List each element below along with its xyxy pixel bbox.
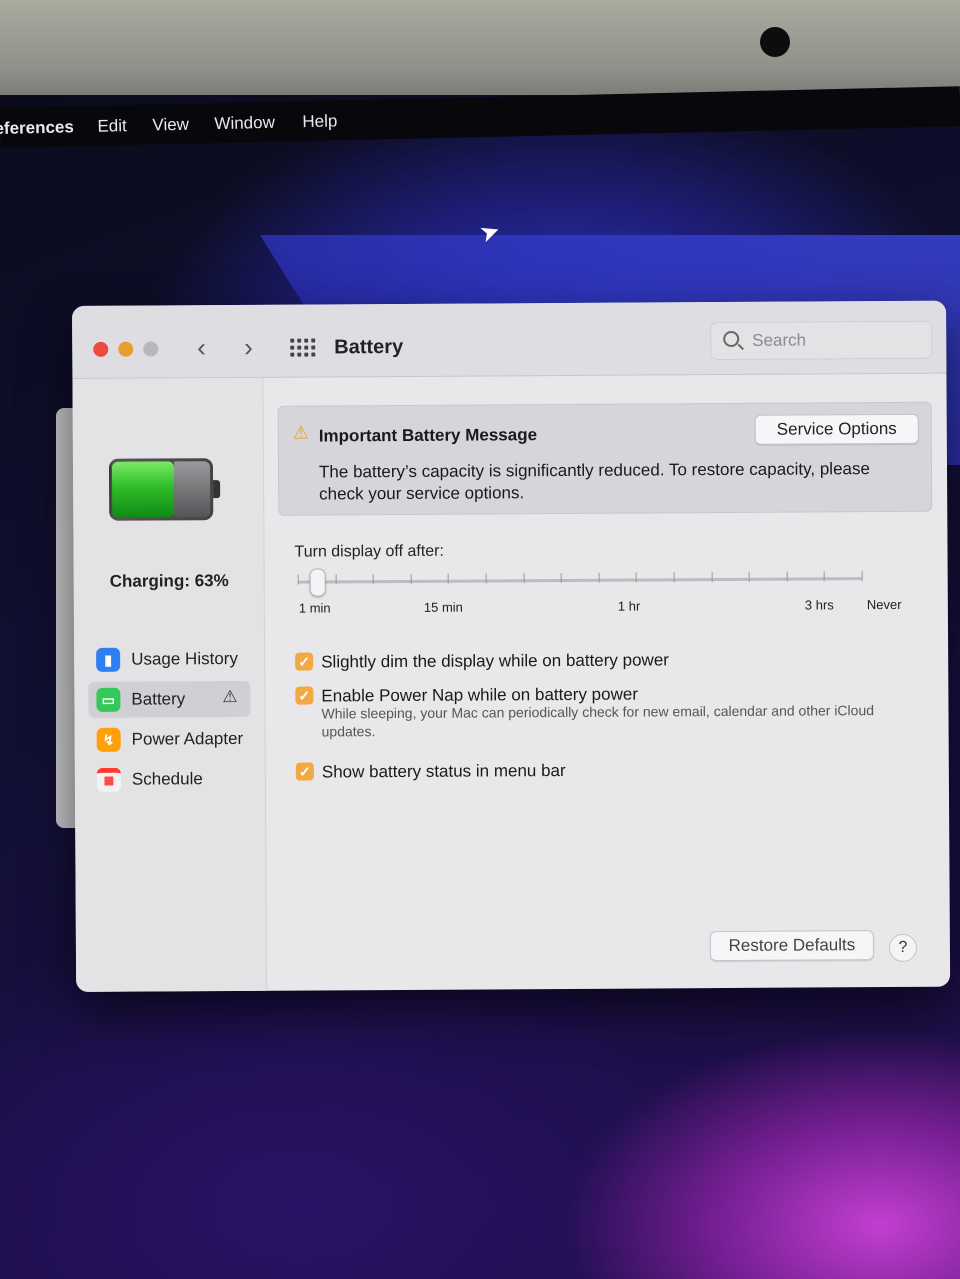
slider-tick [673,572,675,583]
window-title: Battery [334,335,404,359]
slider-tick [786,571,788,582]
camera-lens [760,27,790,57]
charging-status: Charging: 63% [109,571,229,591]
tick-label: 1 min [298,600,331,616]
window-titlebar: ‹ › Battery Search [72,300,947,379]
warning-icon: ⚠ [292,422,309,443]
battery-preferences-window: ‹ › Battery Search Charging: 63% ▮ Usage… [72,300,951,992]
menu-app-name[interactable]: eferences [0,117,74,139]
slider-tick [372,574,374,585]
tick-label: 3 hrs [804,597,834,613]
battery-empty [173,461,211,518]
restore-defaults-button[interactable]: Restore Defaults [709,930,875,962]
search-placeholder: Search [752,330,807,350]
checkmark-icon[interactable]: ✓ [295,762,314,781]
slider-tick [823,571,825,582]
power-adapter-icon: ↯ [96,727,121,752]
warning-icon: ⚠ [222,686,238,707]
menu-edit[interactable]: Edit [97,116,127,137]
slider-tick [748,571,750,582]
checkmark-icon[interactable]: ✓ [295,652,314,671]
show-all-grid-icon[interactable] [290,338,316,357]
slider-tick [635,572,637,583]
battery-message-box: ⚠ Important Battery Message Service Opti… [277,401,933,516]
tick-label: 1 hr [617,598,641,614]
sidebar-item-label: Power Adapter [131,728,244,749]
sidebar-item-battery[interactable]: ▭ Battery ⚠ [88,680,251,718]
search-icon [723,330,740,348]
slider-tick [335,574,337,585]
tick-label: Never [866,596,902,613]
service-options-button[interactable]: Service Options [754,413,919,445]
battery-fill [111,461,175,518]
slider-tick [523,573,525,584]
power-nap-note: While sleeping, your Mac can periodicall… [321,702,875,740]
slider-thumb[interactable] [309,568,326,597]
usage-history-icon: ▮ [96,647,121,672]
sidebar-item-label: Schedule [131,769,203,789]
message-title: Important Battery Message [318,425,538,446]
menu-help[interactable]: Help [302,111,337,132]
slider-tick [711,572,713,583]
search-field[interactable]: Search [710,320,933,361]
forward-chevron-icon[interactable]: › [244,332,253,363]
zoom-button[interactable] [143,341,159,357]
option-label: Show battery status in menu bar [321,760,566,782]
sidebar: Charging: 63% ▮ Usage History ▭ Battery … [72,377,268,992]
slider-tick [485,573,487,584]
close-button[interactable] [93,341,109,357]
slider-tick [560,573,562,584]
tick-label: 15 min [423,599,463,615]
slider-tick [598,572,600,583]
menu-view[interactable]: View [152,115,189,136]
slider-tick [861,571,863,582]
slider-tick [447,573,449,584]
sidebar-item-label: Battery [131,689,186,709]
help-button[interactable]: ? [888,933,918,963]
message-body: The battery’s capacity is significantly … [318,459,870,504]
sidebar-item-schedule[interactable]: ▦ Schedule [89,761,251,798]
battery-icon: ▭ [96,687,121,712]
minimize-button[interactable] [118,341,134,357]
menu-window[interactable]: Window [214,113,275,134]
sidebar-item-usage-history[interactable]: ▮ Usage History [88,641,250,678]
option-label: Slightly dim the display while on batter… [321,650,669,672]
sidebar-item-label: Usage History [131,648,238,669]
sidebar-item-power-adapter[interactable]: ↯ Power Adapter [89,721,251,758]
slider-tick [297,574,299,585]
battery-pane: ⚠ Important Battery Message Service Opti… [263,374,950,991]
checkmark-icon[interactable]: ✓ [295,686,314,705]
display-off-label: Turn display off after: [294,542,444,561]
back-chevron-icon[interactable]: ‹ [197,332,206,363]
calendar-icon: ▦ [96,767,121,792]
display-off-slider[interactable] [297,577,863,584]
slider-tick [410,573,412,584]
battery-level-icon [108,458,221,521]
